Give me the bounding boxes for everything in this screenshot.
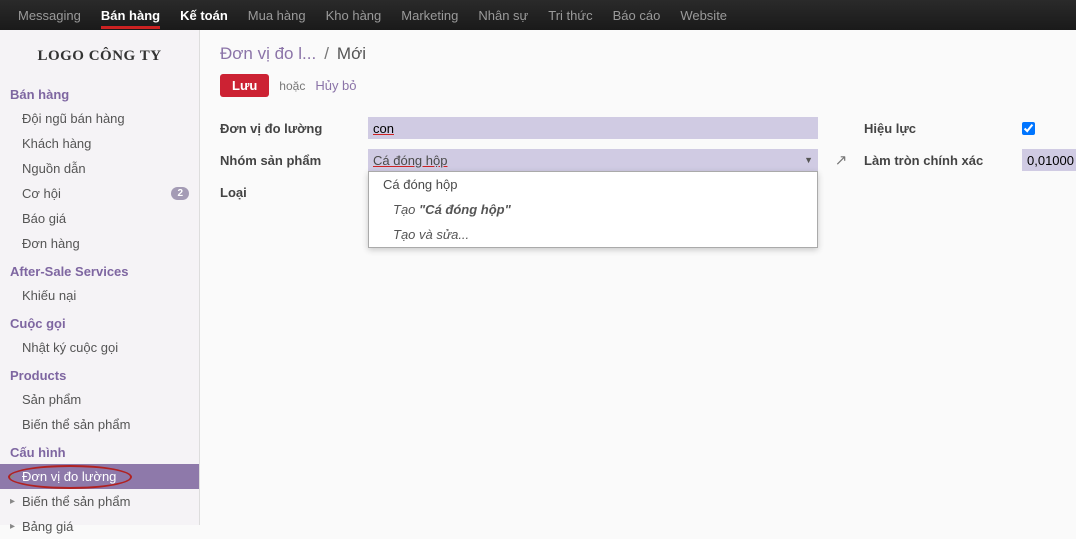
save-button[interactable]: Lưu: [220, 74, 269, 97]
breadcrumb-sep: /: [324, 44, 329, 64]
sidebar-item[interactable]: Biến thể sản phẩm: [0, 412, 199, 437]
sidebar-item[interactable]: Nguồn dẫn: [0, 156, 199, 181]
sidebar-item-label: Khiếu nại: [22, 288, 76, 303]
main-content: Đơn vị đo l... / Mới Lưu hoặc Hủy bỏ Đơn…: [200, 30, 1076, 525]
uom-label: Đơn vị đo lường: [220, 121, 360, 136]
sidebar-item[interactable]: Cơ hội 2: [0, 181, 199, 206]
sidebar-item-label: Khách hàng: [22, 136, 91, 151]
breadcrumb-parent[interactable]: Đơn vị đo l...: [220, 44, 316, 64]
group-label: Nhóm sản phẩm: [220, 153, 360, 168]
external-link-icon[interactable]: ↗: [826, 151, 856, 169]
action-bar: Lưu hoặc Hủy bỏ: [220, 74, 1056, 97]
company-logo: LOGO CÔNG TY: [0, 30, 199, 79]
dropdown-option[interactable]: Cá đóng hộp: [369, 172, 817, 197]
chevron-down-icon: ▼: [804, 155, 813, 165]
sidebar-item[interactable]: Sản phẩm: [0, 387, 199, 412]
sidebar-item-label: Đơn vị đo lường: [22, 469, 116, 484]
badge: 2: [171, 187, 189, 200]
dropdown-create[interactable]: Tạo "Cá đóng hộp": [369, 197, 817, 222]
sidebar-item[interactable]: Nhật ký cuộc gọi: [0, 335, 199, 360]
sidebar-item[interactable]: Báo giá: [0, 206, 199, 231]
sidebar-item-label: Cơ hội: [22, 186, 61, 201]
topnav-item-3[interactable]: Mua hàng: [238, 0, 316, 30]
topnav-item-7[interactable]: Tri thức: [538, 0, 602, 30]
sidebar-item-label: Sản phẩm: [22, 392, 81, 407]
sidebar-item-label: Biến thể sản phẩm: [22, 494, 130, 509]
group-value: Cá đóng hộp: [373, 153, 447, 168]
dropdown-create-edit[interactable]: Tạo và sửa...: [369, 222, 817, 247]
sidebar-section-2: Cuộc gọi: [0, 308, 199, 335]
create-prefix: Tạo: [393, 202, 419, 217]
active-checkbox[interactable]: [1022, 122, 1035, 135]
discard-link[interactable]: Hủy bỏ: [315, 78, 356, 93]
topnav-item-8[interactable]: Báo cáo: [603, 0, 671, 30]
sidebar-item-label: Bảng giá: [22, 519, 73, 534]
group-select[interactable]: Cá đóng hộp ▼ Cá đóng hộp Tạo "Cá đóng h…: [368, 149, 818, 171]
sidebar-item-label: Đội ngũ bán hàng: [22, 111, 125, 126]
sidebar-section-0: Bán hàng: [0, 79, 199, 106]
topnav-item-1[interactable]: Bán hàng: [91, 0, 170, 30]
or-label: hoặc: [279, 79, 305, 93]
sidebar-item[interactable]: Đội ngũ bán hàng: [0, 106, 199, 131]
sidebar: LOGO CÔNG TY Bán hàng Đội ngũ bán hàng Khá…: [0, 30, 200, 525]
uom-input[interactable]: [368, 117, 818, 139]
active-label: Hiệu lực: [864, 121, 1014, 136]
rounding-input[interactable]: [1022, 149, 1076, 171]
sidebar-item[interactable]: Đơn vị đo lường: [0, 464, 199, 489]
rounding-label: Làm tròn chính xác: [864, 153, 1014, 168]
sidebar-item[interactable]: Đơn hàng: [0, 231, 199, 256]
breadcrumb: Đơn vị đo l... / Mới: [220, 38, 1056, 74]
topnav-item-0[interactable]: Messaging: [8, 0, 91, 30]
type-label: Loại: [220, 185, 360, 200]
sidebar-item-label: Đơn hàng: [22, 236, 80, 251]
sidebar-section-3: Products: [0, 360, 199, 387]
sidebar-item[interactable]: Khách hàng: [0, 131, 199, 156]
form: Đơn vị đo lường Hiệu lực Nhóm sản phẩm C…: [220, 117, 1056, 203]
topnav-item-5[interactable]: Marketing: [391, 0, 468, 30]
sidebar-item[interactable]: Biến thể sản phẩm: [0, 489, 199, 514]
sidebar-item-label: Nguồn dẫn: [22, 161, 86, 176]
breadcrumb-current: Mới: [337, 44, 366, 64]
topnav-item-6[interactable]: Nhân sự: [468, 0, 538, 30]
topnav-item-4[interactable]: Kho hàng: [316, 0, 392, 30]
topnav-item-2[interactable]: Kế toán: [170, 0, 238, 30]
group-dropdown: Cá đóng hộp Tạo "Cá đóng hộp" Tạo và sửa…: [368, 171, 818, 248]
sidebar-item[interactable]: Khiếu nại: [0, 283, 199, 308]
sidebar-item-label: Biến thể sản phẩm: [22, 417, 130, 432]
topnav-item-9[interactable]: Website: [670, 0, 737, 30]
sidebar-item-label: Báo giá: [22, 211, 66, 226]
create-value: "Cá đóng hộp": [419, 202, 511, 217]
top-nav: MessagingBán hàngKế toánMua hàngKho hàng…: [0, 0, 1076, 30]
sidebar-item-label: Nhật ký cuộc gọi: [22, 340, 118, 355]
sidebar-section-1: After-Sale Services: [0, 256, 199, 283]
sidebar-section-4: Cấu hình: [0, 437, 199, 464]
sidebar-item[interactable]: Bảng giá: [0, 514, 199, 539]
